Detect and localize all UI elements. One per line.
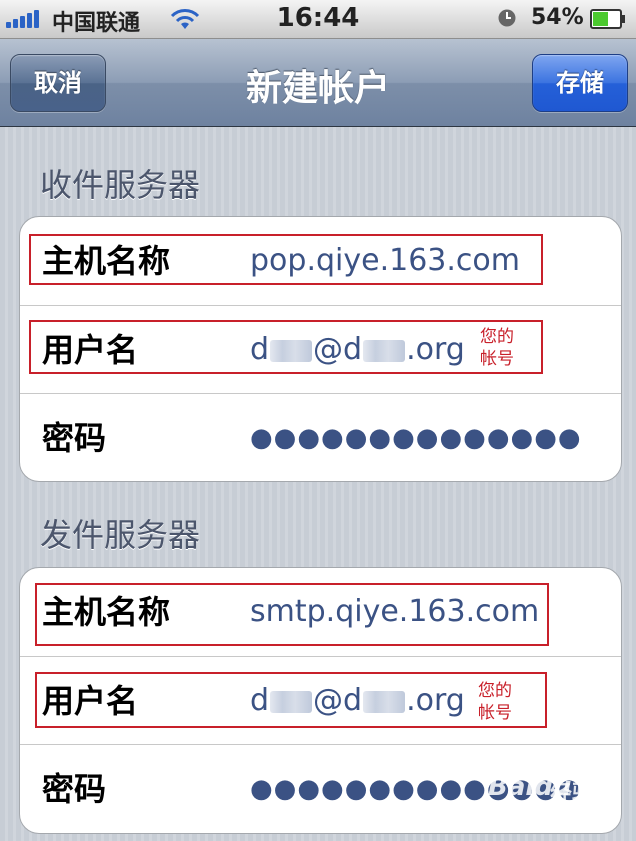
incoming-server-header: 收件服务器	[40, 166, 201, 204]
account-note-incoming: 您的 帐号	[480, 326, 520, 370]
watermark-sub: 经验	[550, 782, 595, 807]
password-label: 密码	[42, 419, 107, 457]
outgoing-server-header: 发件服务器	[40, 516, 201, 554]
highlight-box-incoming-username	[29, 320, 543, 374]
navigation-bar: 取消 新建帐户 存储	[0, 39, 636, 127]
alarm-clock-icon	[498, 9, 516, 27]
baidu-watermark: Baidu 经验 jingyan.baidu.com	[488, 772, 628, 832]
battery-percent: 54%	[531, 5, 584, 30]
status-bar: 中国联通 16:44 54%	[0, 0, 636, 39]
highlight-box-incoming-hostname	[29, 234, 543, 285]
highlight-box-outgoing-username	[35, 672, 547, 728]
note-line: 帐号	[478, 703, 512, 723]
battery-icon	[590, 9, 625, 29]
watermark-url: jingyan.baidu.com	[490, 808, 610, 823]
save-button[interactable]: 存储	[532, 54, 628, 112]
note-line: 帐号	[480, 349, 514, 369]
password-label: 密码	[42, 770, 107, 808]
note-line: 您的	[478, 681, 512, 701]
note-line: 您的	[480, 327, 514, 347]
incoming-password-row[interactable]: 密码 ●●●●●●●●●●●●●●	[20, 393, 621, 481]
incoming-password-field[interactable]: ●●●●●●●●●●●●●●	[250, 394, 582, 481]
highlight-box-outgoing-hostname	[35, 583, 549, 646]
account-note-outgoing: 您的 帐号	[478, 680, 518, 724]
